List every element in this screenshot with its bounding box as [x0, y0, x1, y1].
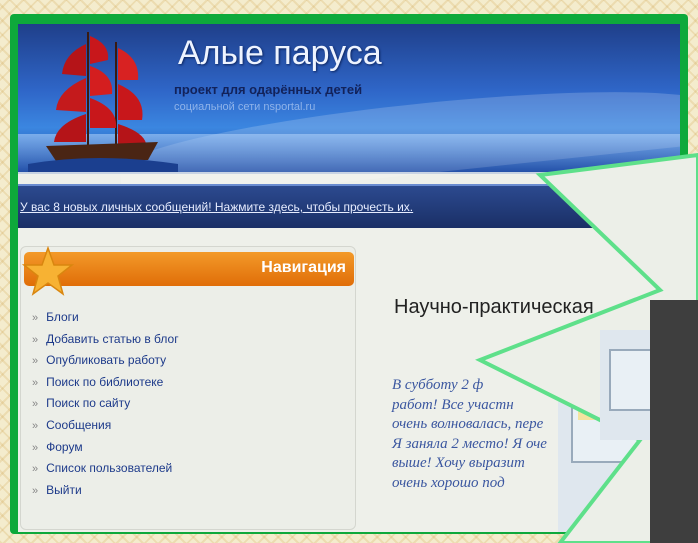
callout-overlay [475, 152, 698, 543]
